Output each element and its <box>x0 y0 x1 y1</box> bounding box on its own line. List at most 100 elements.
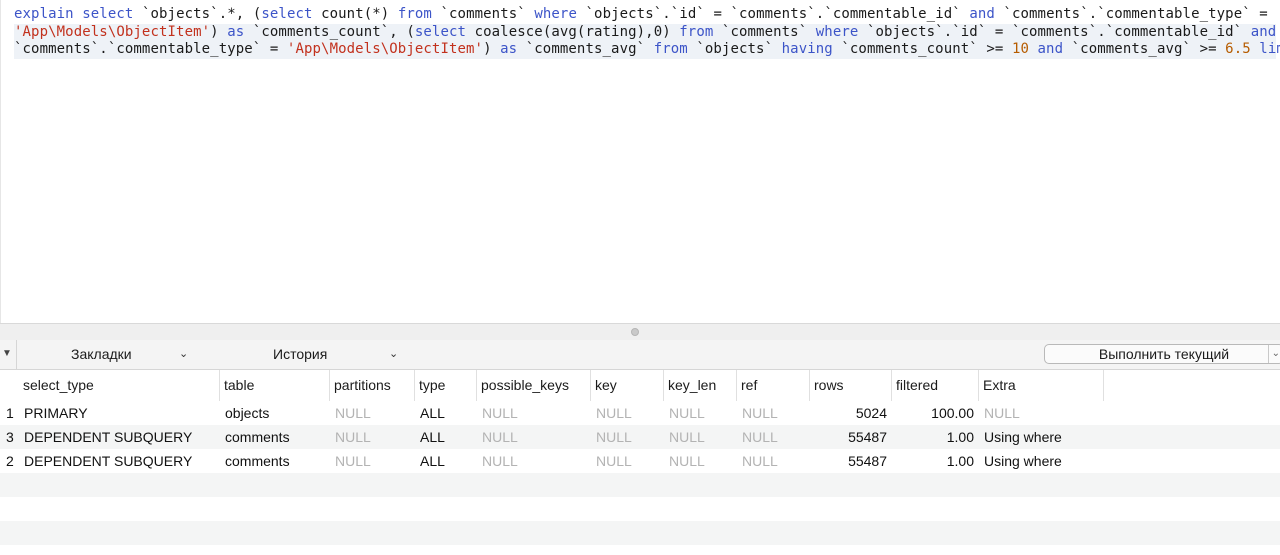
toolbar-divider <box>16 340 17 370</box>
column-header-table[interactable]: table <box>220 370 330 401</box>
cell-partitions: NULL <box>335 429 371 445</box>
row-id: 3 <box>6 429 14 445</box>
sql-text: ) <box>483 41 501 57</box>
cell-extra: Using where <box>984 429 1062 445</box>
sql-string: 'App\Models\ObjectItem' <box>286 41 484 57</box>
sql-keyword: having <box>781 41 833 57</box>
history-menu[interactable]: История ⌄ <box>273 346 398 362</box>
cell-key-len: NULL <box>669 453 705 469</box>
sql-line: 'App\Models\ObjectItem') as `comments_co… <box>14 23 1277 41</box>
cell-rows: 55487 <box>848 429 887 445</box>
sql-text: count(*) <box>312 6 398 22</box>
cell-filtered: 100.00 <box>931 405 974 421</box>
cell-filtered: 1.00 <box>946 453 974 469</box>
sql-keyword: and <box>1037 41 1064 57</box>
table-row[interactable]: 2 DEPENDENT SUBQUERY comments NULL ALL NULL NU… <box>0 449 1280 473</box>
column-header-filtered[interactable]: filtered <box>892 370 979 401</box>
bookmarks-label: Закладки <box>71 346 132 362</box>
cell-select-type: DEPENDENT SUBQUERY <box>24 453 193 469</box>
cell-type: ALL <box>420 405 445 421</box>
cell-table: comments <box>225 429 290 445</box>
column-header-rows[interactable]: rows <box>810 370 892 401</box>
sql-keyword: limit <box>1259 41 1280 57</box>
cell-partitions: NULL <box>335 405 371 421</box>
sql-keyword: as <box>227 23 245 40</box>
results-header: select_type table partitions type possible_k… <box>0 370 1280 401</box>
cell-rows: 55487 <box>848 453 887 469</box>
sql-text: `comments_count`, ( <box>244 23 415 40</box>
sql-keyword: as <box>500 41 518 57</box>
query-toolbar: ▼ Закладки ⌄ История ⌄ Выполнить текущий… <box>0 340 1280 370</box>
sql-keyword: and <box>1250 23 1277 40</box>
column-header-key-len[interactable]: key_len <box>664 370 737 401</box>
sql-keyword: select <box>414 23 467 40</box>
cell-key: NULL <box>596 405 632 421</box>
cell-select-type: DEPENDENT SUBQUERY <box>24 429 193 445</box>
run-options-dropdown-icon[interactable]: ⌄ <box>1272 345 1280 363</box>
sql-text: `comments`.`commentable_type` = <box>14 41 287 57</box>
bookmarks-menu[interactable]: Закладки ⌄ <box>71 346 188 362</box>
column-header-key[interactable]: key <box>591 370 664 401</box>
sql-text: `objects`.`id` = `comments`.`commentable… <box>858 23 1251 40</box>
collapse-arrow-icon[interactable]: ▼ <box>2 348 12 359</box>
sql-text: `comments_count` >= <box>832 41 1012 57</box>
sql-keyword: where <box>534 6 577 22</box>
run-current-button[interactable]: Выполнить текущий ⌄ <box>1044 344 1280 364</box>
table-row[interactable]: 3 DEPENDENT SUBQUERY comments NULL ALL NULL NU… <box>0 425 1280 449</box>
column-header-type[interactable]: type <box>415 370 477 401</box>
sql-keyword: select <box>82 6 134 22</box>
sql-text: `comments_avg` <box>517 41 654 57</box>
cell-key-len: NULL <box>669 405 705 421</box>
cell-type: ALL <box>420 429 445 445</box>
chevron-down-icon: ⌄ <box>389 348 399 360</box>
cell-key: NULL <box>596 453 632 469</box>
cell-possible-keys: NULL <box>482 453 518 469</box>
cell-possible-keys: NULL <box>482 429 518 445</box>
pane-splitter[interactable] <box>0 323 1280 340</box>
cell-ref: NULL <box>742 405 778 421</box>
sql-text: `comments` <box>713 23 816 40</box>
sql-keyword: and <box>969 6 995 22</box>
row-id: 2 <box>6 453 14 469</box>
sql-keyword: select <box>261 6 313 22</box>
cell-table: comments <box>225 453 290 469</box>
sql-text: `objects`.*, ( <box>133 6 262 22</box>
cell-table: objects <box>225 405 270 421</box>
sql-text: ) <box>210 23 228 40</box>
run-current-label: Выполнить текущий <box>1098 346 1230 362</box>
sql-keyword: explain <box>14 6 74 22</box>
cell-possible-keys: NULL <box>482 405 518 421</box>
cell-ref: NULL <box>742 453 778 469</box>
sql-text: `objects`.`id` = `comments`.`commentable… <box>576 6 970 22</box>
chevron-down-icon: ⌄ <box>179 348 189 360</box>
sql-keyword: from <box>679 23 714 40</box>
column-header-select-type[interactable]: select_type <box>19 370 220 401</box>
empty-row <box>0 521 1280 545</box>
sql-text: coalesce(avg(rating),0) <box>466 23 680 40</box>
history-label: История <box>273 346 328 362</box>
column-header-partitions[interactable]: partitions <box>330 370 415 401</box>
empty-row <box>0 473 1280 497</box>
cell-rows: 5024 <box>855 405 887 421</box>
sql-query-text[interactable]: explain select `objects`.*, (select coun… <box>14 6 1280 59</box>
run-button-divider <box>1268 345 1269 363</box>
sql-editor[interactable]: explain select `objects`.*, (select coun… <box>0 0 1280 323</box>
results-table: select_type table partitions type possible_k… <box>0 370 1280 555</box>
sql-number: 6.5 <box>1225 41 1251 57</box>
column-header-extra[interactable]: Extra <box>979 370 1104 401</box>
sql-line: `comments`.`commentable_type` = 'App\Mod… <box>14 41 1280 59</box>
sql-string: 'App\Models\ObjectItem' <box>14 23 211 40</box>
cell-type: ALL <box>420 453 445 469</box>
row-id: 1 <box>6 405 14 421</box>
column-header-ref[interactable]: ref <box>737 370 810 401</box>
cell-key-len: NULL <box>669 429 705 445</box>
cell-key: NULL <box>596 429 632 445</box>
column-header-possible-keys[interactable]: possible_keys <box>477 370 591 401</box>
cell-partitions: NULL <box>335 453 371 469</box>
cell-extra: NULL <box>984 405 1020 421</box>
table-row[interactable]: 1 PRIMARY objects NULL ALL NULL NULL NULL NULL 50… <box>0 401 1280 425</box>
sql-keyword: from <box>397 6 432 22</box>
splitter-grip-icon[interactable] <box>631 328 639 336</box>
